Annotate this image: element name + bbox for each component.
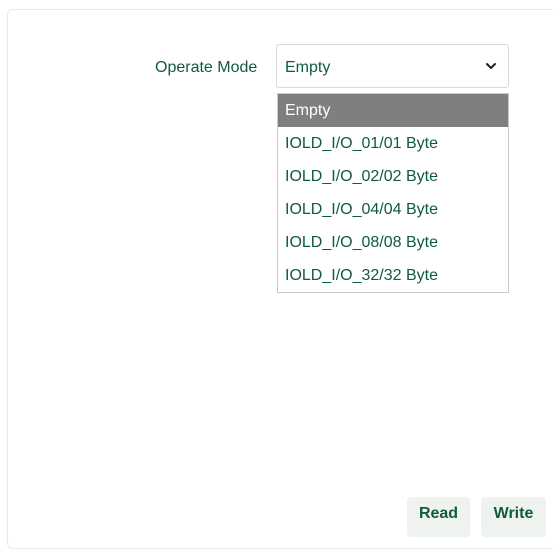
chevron-down-icon: [486, 63, 496, 69]
operate-mode-select[interactable]: Empty: [276, 44, 509, 88]
dropdown-option-io-01[interactable]: IOLD_I/O_01/01 Byte: [278, 127, 508, 160]
dropdown-option-empty[interactable]: Empty: [278, 94, 508, 127]
dropdown-option-io-32[interactable]: IOLD_I/O_32/32 Byte: [278, 259, 508, 292]
write-button[interactable]: Write: [481, 497, 546, 537]
operate-mode-select-value: Empty: [285, 59, 331, 76]
dropdown-option-io-02[interactable]: IOLD_I/O_02/02 Byte: [278, 160, 508, 193]
dropdown-option-io-08[interactable]: IOLD_I/O_08/08 Byte: [278, 226, 508, 259]
operate-mode-label: Operate Mode: [155, 59, 258, 76]
read-button[interactable]: Read: [407, 497, 470, 537]
dropdown-option-io-04[interactable]: IOLD_I/O_04/04 Byte: [278, 193, 508, 226]
read-button-label: Read: [418, 505, 459, 522]
operate-mode-dropdown-list: Empty IOLD_I/O_01/01 Byte IOLD_I/O_02/02…: [277, 93, 509, 293]
write-button-label: Write: [493, 505, 534, 522]
